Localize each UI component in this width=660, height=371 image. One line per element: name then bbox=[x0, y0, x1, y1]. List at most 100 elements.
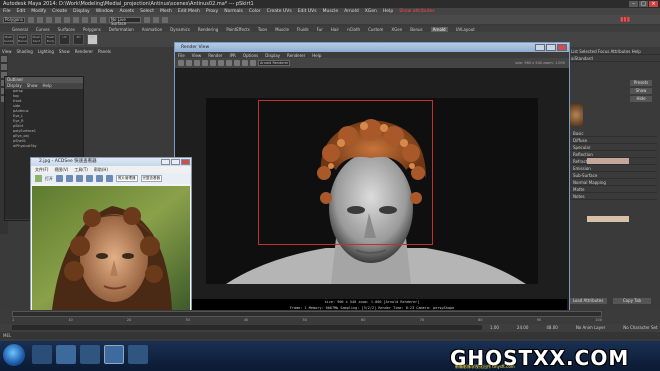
shelf-icon-mesh-sand[interactable]: Mesh Sand bbox=[31, 34, 42, 45]
attr-section[interactable]: Notes bbox=[569, 193, 657, 200]
close-button[interactable]: × bbox=[649, 1, 658, 7]
sss-color-swatch[interactable] bbox=[587, 216, 629, 222]
snap-curve-icon[interactable] bbox=[91, 16, 97, 23]
anim-layer-select[interactable]: No Anim Layer bbox=[576, 325, 605, 330]
range-start[interactable]: 1.00 bbox=[490, 325, 499, 330]
shelf-tab-fur[interactable]: Fur bbox=[317, 27, 323, 32]
acdsee-menu-tools[interactable]: 工具(T) bbox=[74, 167, 88, 173]
maximize-button[interactable]: □ bbox=[639, 1, 648, 7]
menu-file[interactable]: File bbox=[3, 9, 11, 14]
prev-image-icon[interactable] bbox=[56, 175, 63, 182]
outliner-menu-help[interactable]: Help bbox=[43, 83, 52, 89]
menu-assets[interactable]: Assets bbox=[119, 9, 134, 14]
render-view-maximize-button[interactable] bbox=[546, 44, 556, 51]
taskbar-maya-icon[interactable] bbox=[104, 345, 124, 364]
menu-mesh[interactable]: Mesh bbox=[160, 9, 172, 14]
live-surface-field[interactable]: No Live Surface bbox=[109, 16, 141, 25]
rv-menu-renderer[interactable]: Renderer bbox=[287, 53, 305, 58]
attr-section[interactable]: Normal Mapping bbox=[569, 179, 657, 186]
panel-menu-show[interactable]: Show bbox=[59, 49, 70, 54]
shelf-tab-hair[interactable]: Hair bbox=[331, 27, 339, 32]
diffuse-color-swatch[interactable] bbox=[587, 158, 629, 164]
shelf-tab-bonus[interactable]: Bonus bbox=[410, 27, 422, 32]
rv-menu-view[interactable]: View bbox=[192, 53, 202, 58]
outliner-menu-show[interactable]: Show bbox=[27, 83, 38, 89]
hide-button[interactable]: Hide bbox=[630, 96, 652, 102]
redo-render-icon[interactable] bbox=[178, 60, 184, 66]
menu-muscle[interactable]: Muscle bbox=[323, 9, 339, 14]
snap-point-icon[interactable] bbox=[100, 16, 106, 23]
copy-tab-button[interactable]: Copy Tab bbox=[613, 298, 651, 304]
snapshot-icon[interactable] bbox=[194, 60, 200, 66]
rv-menu-file[interactable]: File bbox=[178, 53, 185, 58]
menu-create-uvs[interactable]: Create UVs bbox=[267, 9, 292, 14]
attr-menu-attributes[interactable]: Attributes bbox=[611, 49, 631, 54]
panel-menu-panels[interactable]: Panels bbox=[98, 49, 111, 54]
zoom-out-icon[interactable] bbox=[86, 175, 93, 182]
ipr-render-icon[interactable] bbox=[153, 16, 159, 23]
attr-section[interactable]: Reflection bbox=[569, 151, 657, 158]
range-bar[interactable] bbox=[12, 325, 482, 330]
rv-menu-options[interactable]: Options bbox=[243, 53, 258, 58]
shelf-icon-mesh-salute[interactable]: Mesh Salute bbox=[3, 34, 14, 45]
shelf-icon-rigid-barrel[interactable]: Rigid Barrel bbox=[17, 34, 28, 45]
rv-menu-ipr[interactable]: IPR bbox=[229, 53, 235, 58]
open-folder-icon[interactable] bbox=[35, 175, 42, 182]
shelf-tab-toon[interactable]: Toon bbox=[258, 27, 267, 32]
renderer-select[interactable]: Arnold Renderer bbox=[258, 60, 290, 66]
taskbar-ie-icon[interactable] bbox=[56, 345, 76, 364]
minimize-button[interactable]: – bbox=[629, 1, 638, 7]
next-image-icon[interactable] bbox=[66, 175, 73, 182]
shelf-icon-uv[interactable]: UV bbox=[59, 34, 70, 45]
menu-edit[interactable]: Edit bbox=[17, 9, 26, 14]
menu-xgen[interactable]: XGen bbox=[365, 9, 377, 14]
shelf-icon-3d[interactable]: 3D bbox=[73, 34, 84, 45]
panel-menu-view[interactable]: View bbox=[2, 49, 12, 54]
attr-section[interactable]: Emission bbox=[569, 165, 657, 172]
render-view-close-button[interactable] bbox=[557, 44, 567, 51]
attr-section[interactable]: Specular bbox=[569, 144, 657, 151]
attr-menu-help[interactable]: Help bbox=[632, 49, 641, 54]
select-object-icon[interactable] bbox=[64, 16, 70, 23]
load-attributes-button[interactable]: Load Attributes bbox=[569, 298, 607, 304]
shelf-tab-arnold[interactable]: Arnold bbox=[430, 26, 448, 32]
render-region-box[interactable] bbox=[258, 100, 433, 245]
attr-section[interactable]: Matte bbox=[569, 186, 657, 193]
render-icon[interactable] bbox=[144, 16, 150, 23]
render-view-minimize-button[interactable] bbox=[535, 44, 545, 51]
outliner-item[interactable]: aiPhysicalSky bbox=[5, 144, 83, 149]
select-tool-icon[interactable] bbox=[1, 56, 7, 62]
zoom-in-icon[interactable] bbox=[76, 175, 83, 182]
presets-button[interactable]: Presets bbox=[630, 80, 652, 86]
render-region-icon[interactable] bbox=[186, 60, 192, 66]
attr-menu-focus[interactable]: Focus bbox=[598, 49, 609, 54]
menu-color[interactable]: Color bbox=[249, 9, 261, 14]
rv-menu-help[interactable]: Help bbox=[312, 53, 321, 58]
show-button[interactable]: Show bbox=[630, 88, 652, 94]
photo-manager-button[interactable]: 照片管理器 bbox=[116, 175, 138, 182]
range-end[interactable]: 24.00 bbox=[517, 325, 528, 330]
menu-show-attributes[interactable]: Show attributes bbox=[399, 9, 435, 14]
acdsee-menu-help[interactable]: 帮助(H) bbox=[94, 167, 108, 173]
rv-menu-render[interactable]: Render bbox=[208, 53, 222, 58]
attr-section[interactable]: Diffuse bbox=[569, 137, 657, 144]
shelf-icon-flesh-body[interactable]: Flesh Body bbox=[45, 34, 56, 45]
shelf-tab-surfaces[interactable]: Surfaces bbox=[58, 27, 75, 32]
snap-grid-icon[interactable] bbox=[82, 16, 88, 23]
menu-arnold[interactable]: Arnold bbox=[344, 9, 359, 14]
acdsee-menu-view[interactable]: 视图(V) bbox=[54, 167, 68, 173]
acdsee-close-button[interactable] bbox=[181, 159, 190, 165]
new-scene-icon[interactable] bbox=[28, 16, 34, 23]
menu-display[interactable]: Display bbox=[73, 9, 90, 14]
acdsee-minimize-button[interactable] bbox=[161, 159, 170, 165]
alpha-channel-icon[interactable] bbox=[226, 60, 232, 66]
menu-edit-mesh[interactable]: Edit Mesh bbox=[178, 9, 200, 14]
shelf-tab-deformation[interactable]: Deformation bbox=[109, 27, 134, 32]
shelf-tab-xgen[interactable]: XGen bbox=[391, 27, 402, 32]
shelf-tab-uvlayout[interactable]: UVLayout bbox=[456, 27, 475, 32]
shelf-tab-dynamics[interactable]: Dynamics bbox=[170, 27, 190, 32]
panel-menu-lighting[interactable]: Lighting bbox=[38, 49, 54, 54]
time-slider[interactable]: 1 10 20 30 40 50 60 70 80 90 100 bbox=[0, 310, 660, 324]
shelf-tab-fluids[interactable]: Fluids bbox=[297, 27, 309, 32]
acdsee-maximize-button[interactable] bbox=[171, 159, 180, 165]
